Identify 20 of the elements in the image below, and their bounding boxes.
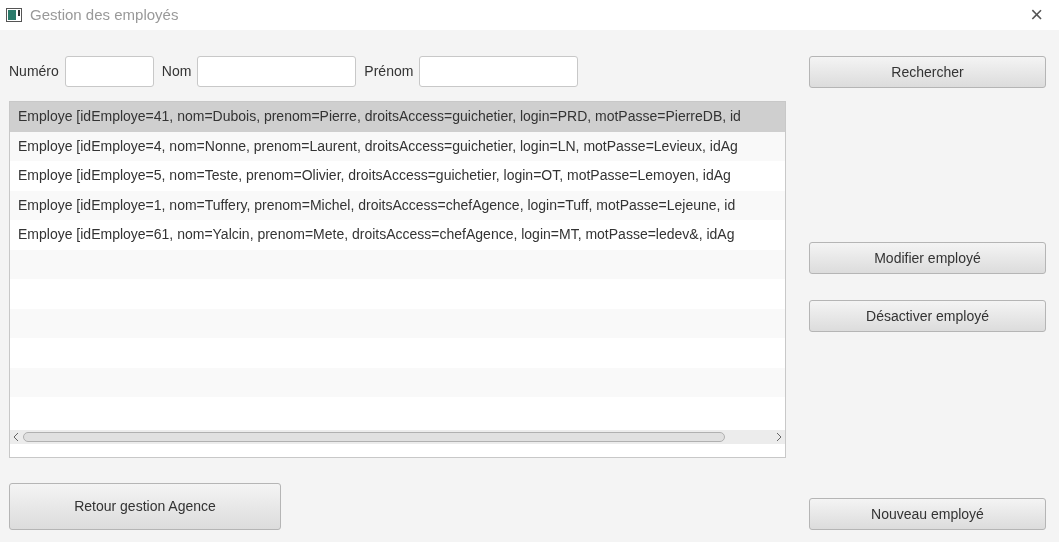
search-field[interactable]	[64, 56, 154, 87]
list-item[interactable]: Employe [idEmploye=41, nom=Dubois, prenom=Pierre, droitsAccess=guichetier, login=PRD, motPasse=PierreDB, id	[10, 102, 785, 132]
close-button[interactable]: ×	[1030, 4, 1043, 26]
scroll-right-icon[interactable]	[775, 432, 783, 442]
field-label: Numéro	[9, 62, 59, 81]
deactivate-button[interactable]: Désactiver employé	[809, 300, 1046, 332]
back-button[interactable]: Retour gestion Agence	[9, 483, 281, 530]
new-button[interactable]: Nouveau employé	[809, 498, 1046, 530]
search-button[interactable]: Rechercher	[809, 56, 1046, 88]
field-label: Prénom	[364, 62, 414, 81]
search-field[interactable]	[419, 56, 579, 87]
window-title: Gestion des employés	[30, 4, 179, 25]
list-item[interactable]: Employe [idEmploye=4, nom=Nonne, prenom=Laurent, droitsAccess=guichetier, login=LN, motPasse=Levieux, idAg	[10, 131, 785, 161]
app-icon	[6, 8, 22, 22]
modify-button[interactable]: Modifier employé	[809, 242, 1046, 274]
field-label: Nom	[161, 62, 192, 81]
horizontal-scrollbar[interactable]	[10, 430, 785, 444]
search-field[interactable]	[197, 56, 357, 87]
scroll-left-icon[interactable]	[12, 432, 20, 442]
list-item[interactable]: Employe [idEmploye=1, nom=Tuffery, prenom=Michel, droitsAccess=chefAgence, login=Tuff, motPasse=Lejeune, id	[10, 190, 785, 220]
